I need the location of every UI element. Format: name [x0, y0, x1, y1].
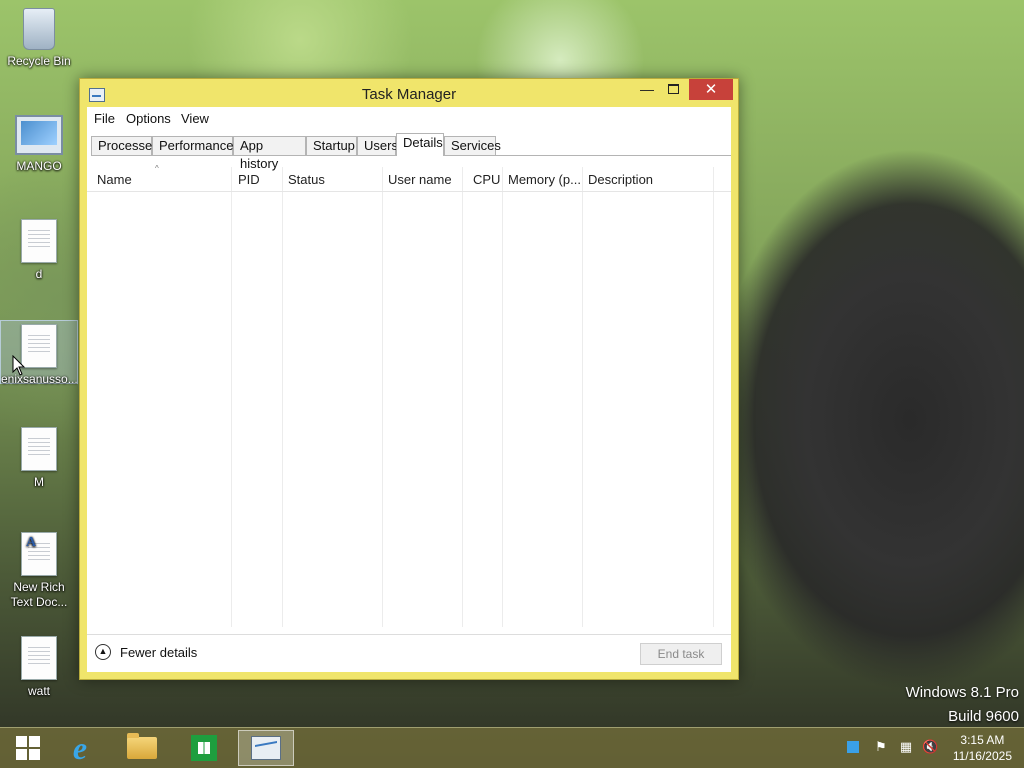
desktop-icon-label: New Rich Text Doc...: [10, 580, 68, 609]
network-icon[interactable]: ▦: [898, 739, 914, 755]
taskbar: e ⚑ ▦ 🔇 3:15 AM 11/16/2025: [0, 727, 1024, 768]
text-file-icon: [21, 636, 57, 680]
maximize-button[interactable]: [660, 79, 686, 100]
title-bar[interactable]: Task Manager — ✕: [80, 79, 738, 107]
chevron-up-icon: ▲: [95, 644, 111, 660]
sort-ascending-icon: ^: [155, 164, 159, 173]
taskbar-task-manager[interactable]: [238, 730, 294, 766]
mouse-cursor-icon: [12, 355, 26, 376]
text-file-icon: [21, 427, 57, 471]
tab-processes[interactable]: Processes: [91, 136, 159, 155]
column-header-pid[interactable]: PID: [238, 172, 260, 187]
desktop-icon-mango[interactable]: MANGO: [0, 115, 78, 174]
menu-view[interactable]: View: [181, 111, 209, 126]
recycle-bin-icon: [23, 8, 55, 50]
task-manager-icon: [251, 736, 281, 760]
folder-icon: [127, 733, 157, 759]
column-header-cpu[interactable]: CPU: [473, 172, 500, 187]
tab-services[interactable]: Services: [444, 136, 501, 155]
rich-text-file-icon: [21, 532, 57, 576]
desktop-icon-d[interactable]: d: [0, 219, 78, 282]
windows-version-watermark: Windows 8.1 Pro: [905, 684, 1019, 701]
menu-bar: File Options View: [87, 107, 731, 129]
desktop-icon-label: d: [35, 267, 43, 281]
volume-muted-icon[interactable]: 🔇: [922, 739, 938, 755]
desktop-icon-label: MANGO: [16, 159, 62, 173]
desktop-icon-m[interactable]: M: [0, 427, 78, 490]
minimize-button[interactable]: —: [634, 79, 660, 100]
column-header-status[interactable]: Status: [288, 172, 325, 187]
desktop-icon-recycle-bin[interactable]: Recycle Bin: [0, 8, 78, 69]
fewer-details-button[interactable]: ▲ Fewer details: [95, 644, 197, 660]
tab-startup[interactable]: Startup: [306, 136, 357, 155]
tab-details[interactable]: Details: [396, 133, 444, 156]
desktop-icon-watt[interactable]: watt: [0, 636, 78, 699]
store-icon: [191, 735, 217, 761]
desktop-icon-new-rich-text[interactable]: New Rich Text Doc...: [0, 532, 78, 610]
table-header: ^ Name PID Status User name CPU Memory (…: [87, 164, 731, 192]
column-header-name[interactable]: Name: [97, 172, 132, 187]
text-file-icon: [21, 324, 57, 368]
internet-explorer-icon: e: [72, 729, 88, 766]
tab-performance[interactable]: Performance: [152, 136, 233, 155]
tab-strip: Processes Performance App history Startu…: [91, 133, 731, 171]
taskbar-clock[interactable]: 3:15 AM 11/16/2025: [953, 732, 1012, 764]
windows-logo-icon: [16, 736, 40, 760]
taskbar-store[interactable]: [176, 730, 232, 766]
column-header-user-name[interactable]: User name: [388, 172, 452, 187]
text-file-icon: [21, 219, 57, 263]
end-task-button[interactable]: End task: [640, 643, 722, 665]
window-client-area: File Options View Processes Performance …: [87, 107, 731, 672]
tab-app-history[interactable]: App history: [233, 136, 306, 171]
desktop-icon-label: Recycle Bin: [7, 54, 71, 68]
taskbar-file-explorer[interactable]: [114, 730, 170, 766]
tab-users[interactable]: Users: [357, 136, 398, 155]
details-table[interactable]: ^ Name PID Status User name CPU Memory (…: [87, 164, 731, 627]
tray-notification-square-icon[interactable]: [845, 739, 861, 755]
task-manager-window: Task Manager — ✕ File Options View Proce…: [79, 78, 739, 680]
footer-bar: ▲ Fewer details End task: [87, 634, 731, 673]
column-header-memory[interactable]: Memory (p...: [508, 172, 581, 187]
image-file-icon: [15, 115, 63, 155]
column-header-description[interactable]: Description: [588, 172, 653, 187]
close-button[interactable]: ✕: [689, 79, 733, 100]
menu-options[interactable]: Options: [126, 111, 171, 126]
start-button[interactable]: [0, 730, 56, 766]
clock-date: 11/16/2025: [952, 749, 1012, 763]
action-center-flag-icon[interactable]: ⚑: [873, 739, 889, 755]
clock-time: 3:15 AM: [960, 733, 1005, 747]
maximize-icon: [667, 84, 679, 94]
desktop-icon-label: M: [34, 475, 44, 489]
menu-file[interactable]: File: [94, 111, 115, 126]
fewer-details-label: Fewer details: [120, 644, 198, 660]
taskbar-internet-explorer[interactable]: e: [52, 730, 108, 766]
windows-build-watermark: Build 9600: [948, 708, 1019, 725]
desktop-icon-label: watt: [27, 684, 50, 698]
